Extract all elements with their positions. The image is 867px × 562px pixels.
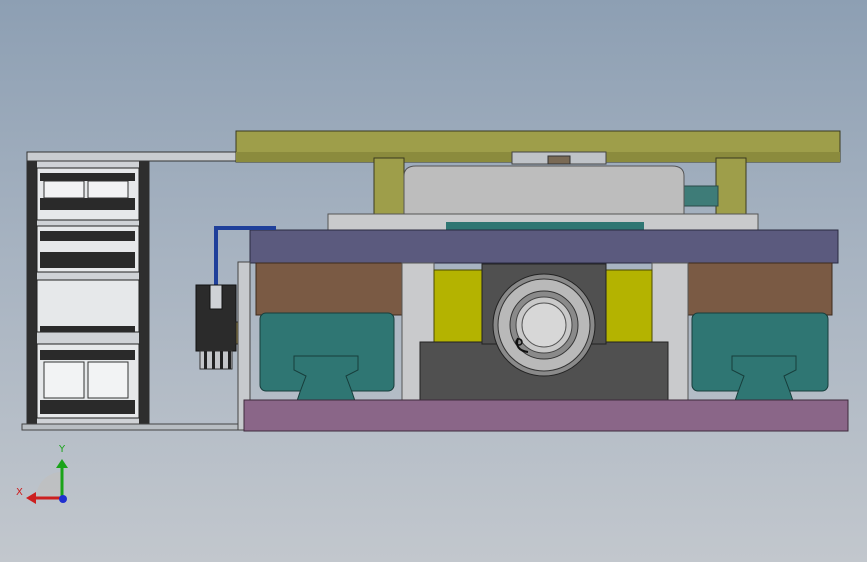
cable-chain-links: [36, 167, 140, 419]
x-axis-arrowhead: [26, 492, 36, 504]
top-mounting-plate[interactable]: [235, 130, 841, 165]
cad-viewport[interactable]: Y X: [0, 0, 867, 562]
base-plate[interactable]: [243, 399, 849, 432]
coordinate-triad: [26, 459, 68, 504]
bottom-bracket[interactable]: [21, 423, 243, 431]
y-axis-arrowhead: [56, 459, 68, 468]
z-axis-dot: [59, 495, 67, 503]
x-axis-label: X: [16, 487, 23, 498]
cad-model[interactable]: [0, 0, 867, 562]
carriage-plate[interactable]: [249, 229, 839, 264]
y-axis-label: Y: [59, 444, 66, 455]
